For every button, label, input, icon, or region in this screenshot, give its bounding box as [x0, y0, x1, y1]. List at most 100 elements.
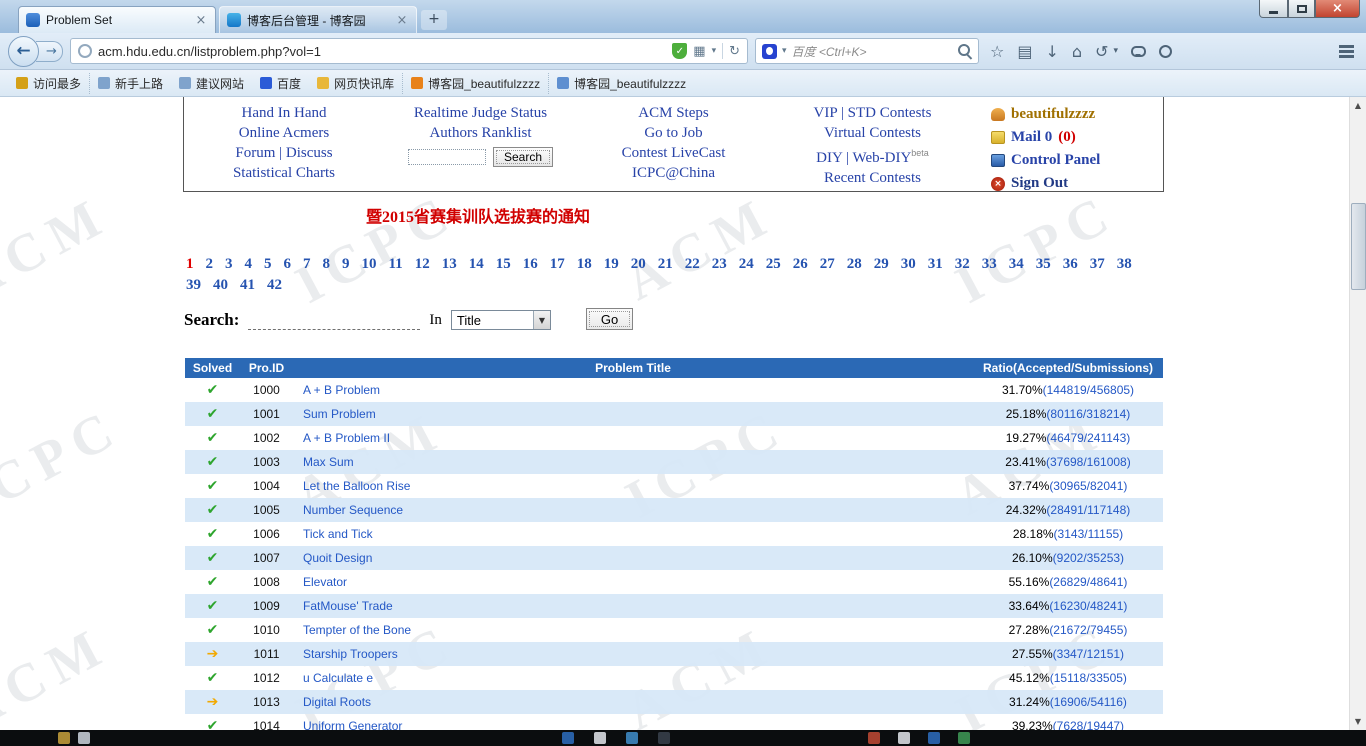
bookmark-item[interactable]: 建议网站 — [171, 73, 252, 94]
taskbar-icon[interactable] — [958, 732, 970, 744]
scroll-up-arrow[interactable]: ▲ — [1350, 97, 1366, 114]
page-link[interactable]: 7 — [303, 254, 311, 275]
problem-title-link[interactable]: Tempter of the Bone — [303, 623, 411, 637]
tab-close-icon[interactable]: × — [194, 14, 208, 27]
bookmark-star-icon[interactable]: ☆ — [990, 42, 1004, 61]
grid-icon[interactable]: ▦ — [693, 45, 705, 58]
nav-link[interactable]: DIY | Web-DIYbeta — [770, 143, 975, 168]
menu-icon[interactable] — [1339, 44, 1354, 58]
problem-title-link[interactable]: Digital Roots — [303, 695, 371, 709]
chevron-down-icon[interactable]: ▾ — [712, 46, 717, 56]
url-text[interactable]: acm.hdu.edu.cn/listproblem.php?vol=1 — [98, 44, 666, 59]
control-panel-link[interactable]: Control Panel — [1011, 152, 1100, 169]
new-tab-button[interactable]: + — [421, 10, 447, 30]
browser-search-bar[interactable]: ▾ 百度 <Ctrl+K> — [755, 38, 979, 64]
scroll-down-arrow[interactable]: ▼ — [1350, 713, 1366, 730]
problem-title-link[interactable]: Starship Troopers — [303, 647, 398, 661]
select-caret-icon[interactable]: ▼ — [532, 311, 550, 329]
page-link[interactable]: 9 — [342, 254, 350, 275]
page-link[interactable]: 36 — [1063, 254, 1078, 275]
page-link[interactable]: 27 — [820, 254, 835, 275]
tab-problem-set[interactable]: Problem Set × — [18, 6, 216, 33]
page-link[interactable]: 40 — [213, 275, 228, 296]
page-link[interactable]: 3 — [225, 254, 233, 275]
problem-title-link[interactable]: FatMouse' Trade — [303, 599, 393, 613]
problem-title-link[interactable]: Sum Problem — [303, 407, 376, 421]
problem-title-link[interactable]: Let the Balloon Rise — [303, 479, 410, 493]
bookmark-item[interactable]: 博客园_beautifulzzzz — [402, 72, 548, 94]
page-link[interactable]: 10 — [362, 254, 377, 275]
nav-link[interactable]: Recent Contests — [770, 168, 975, 188]
page-link[interactable]: 1 — [186, 254, 194, 275]
page-link[interactable]: 25 — [766, 254, 781, 275]
bookmark-item[interactable]: 网页快讯库 — [309, 73, 402, 94]
nav-search-button[interactable]: Search — [492, 147, 554, 167]
site-identity-icon[interactable] — [78, 44, 92, 58]
problem-title-link[interactable]: Max Sum — [303, 455, 354, 469]
page-link[interactable]: 13 — [442, 254, 457, 275]
problem-title-link[interactable]: Quoit Design — [303, 551, 372, 565]
page-link[interactable]: 17 — [550, 254, 565, 275]
problem-title-link[interactable]: A + B Problem II — [303, 431, 390, 445]
history-icon[interactable]: ↺ — [1095, 42, 1108, 61]
download-icon[interactable]: ↓ — [1045, 42, 1058, 61]
tab-blog-admin[interactable]: 博客后台管理 - 博客园 × — [219, 6, 417, 33]
page-link[interactable]: 14 — [469, 254, 484, 275]
bookmark-item[interactable]: 百度 — [252, 73, 309, 94]
page-link[interactable]: 37 — [1090, 254, 1105, 275]
page-link[interactable]: 38 — [1117, 254, 1132, 275]
chevron-down-icon[interactable]: ▾ — [782, 46, 787, 56]
back-button[interactable]: ← — [8, 35, 39, 67]
page-link[interactable]: 16 — [523, 254, 538, 275]
go-button[interactable]: Go — [585, 308, 634, 330]
problem-search-input[interactable] — [248, 312, 421, 330]
page-link[interactable]: 23 — [712, 254, 727, 275]
chevron-down-icon[interactable]: ▾ — [1113, 46, 1118, 56]
page-link[interactable]: 32 — [955, 254, 970, 275]
nav-link[interactable]: Realtime Judge Status — [384, 103, 577, 123]
page-link[interactable]: 6 — [284, 254, 292, 275]
page-link[interactable]: 28 — [847, 254, 862, 275]
restore-button[interactable] — [1288, 0, 1315, 18]
page-link[interactable]: 12 — [415, 254, 430, 275]
minimize-button[interactable] — [1259, 0, 1288, 18]
taskbar-icon[interactable] — [562, 732, 574, 744]
vertical-scrollbar[interactable]: ▲ ▼ — [1349, 97, 1366, 730]
search-placeholder[interactable]: 百度 <Ctrl+K> — [792, 43, 953, 60]
page-link[interactable]: 31 — [928, 254, 943, 275]
page-link[interactable]: 42 — [267, 275, 282, 296]
page-link[interactable]: 30 — [901, 254, 916, 275]
baidu-engine-icon[interactable] — [762, 43, 777, 59]
page-link[interactable]: 19 — [604, 254, 619, 275]
nav-link[interactable]: VIP | STD Contests — [770, 103, 975, 123]
nav-link[interactable]: Forum | Discuss — [184, 143, 384, 163]
scrollbar-thumb[interactable] — [1351, 203, 1366, 290]
nav-link[interactable]: Online Acmers — [184, 123, 384, 143]
url-bar[interactable]: acm.hdu.edu.cn/listproblem.php?vol=1 ✓ ▦… — [70, 38, 748, 64]
mail-link[interactable]: Mail 0 — [1011, 129, 1052, 146]
search-field-select[interactable]: Title ▼ — [450, 310, 551, 330]
nav-link[interactable]: Statistical Charts — [184, 163, 384, 183]
close-button[interactable]: × — [1315, 0, 1360, 18]
page-link[interactable]: 4 — [245, 254, 253, 275]
taskbar-icon[interactable] — [594, 732, 606, 744]
taskbar-icon[interactable] — [626, 732, 638, 744]
page-link[interactable]: 21 — [658, 254, 673, 275]
bookmarks-panel-icon[interactable]: ▤ — [1017, 42, 1032, 61]
page-link[interactable]: 5 — [264, 254, 272, 275]
nav-link[interactable]: Hand In Hand — [184, 103, 384, 123]
page-link[interactable]: 26 — [793, 254, 808, 275]
bookmark-item[interactable]: 新手上路 — [89, 72, 171, 94]
bookmark-item[interactable]: 博客园_beautifulzzzz — [548, 72, 694, 94]
problem-title-link[interactable]: Tick and Tick — [303, 527, 373, 541]
search-icon[interactable] — [958, 44, 972, 58]
tab-close-icon[interactable]: × — [395, 14, 409, 27]
taskbar-icon[interactable] — [658, 732, 670, 744]
page-link[interactable]: 29 — [874, 254, 889, 275]
sign-out-link[interactable]: Sign Out — [1011, 175, 1068, 192]
bookmark-item[interactable]: 访问最多 — [8, 73, 89, 94]
page-link[interactable]: 39 — [186, 275, 201, 296]
shield-icon[interactable]: ✓ — [672, 43, 688, 59]
taskbar-icon[interactable] — [868, 732, 880, 744]
page-link[interactable]: 41 — [240, 275, 255, 296]
